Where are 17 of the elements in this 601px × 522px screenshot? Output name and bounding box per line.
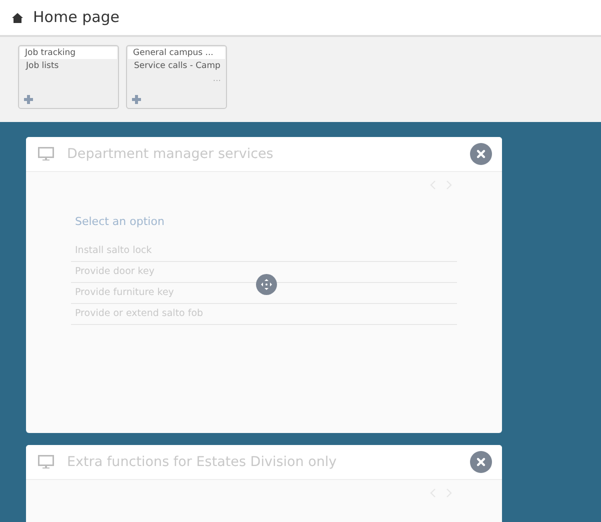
close-icon — [476, 149, 486, 159]
option-prompt: Select an option — [75, 214, 166, 230]
close-button[interactable] — [470, 451, 492, 473]
tile-link[interactable]: Job lists — [20, 59, 117, 74]
close-icon — [476, 457, 486, 467]
move-handle[interactable] — [256, 274, 277, 295]
add-icon[interactable] — [24, 95, 33, 104]
page-title: Home page — [33, 7, 120, 28]
home-icon — [12, 12, 23, 22]
tile-link[interactable]: Service calls - Camp — [128, 59, 225, 74]
close-button[interactable] — [470, 143, 492, 165]
add-icon[interactable] — [132, 95, 141, 104]
monitor-icon — [38, 147, 54, 161]
tile-title: General campus ... — [128, 47, 225, 59]
monitor-icon — [38, 455, 54, 469]
tile-title: Job tracking — [20, 47, 117, 59]
more-indicator[interactable]: ... — [212, 74, 225, 84]
